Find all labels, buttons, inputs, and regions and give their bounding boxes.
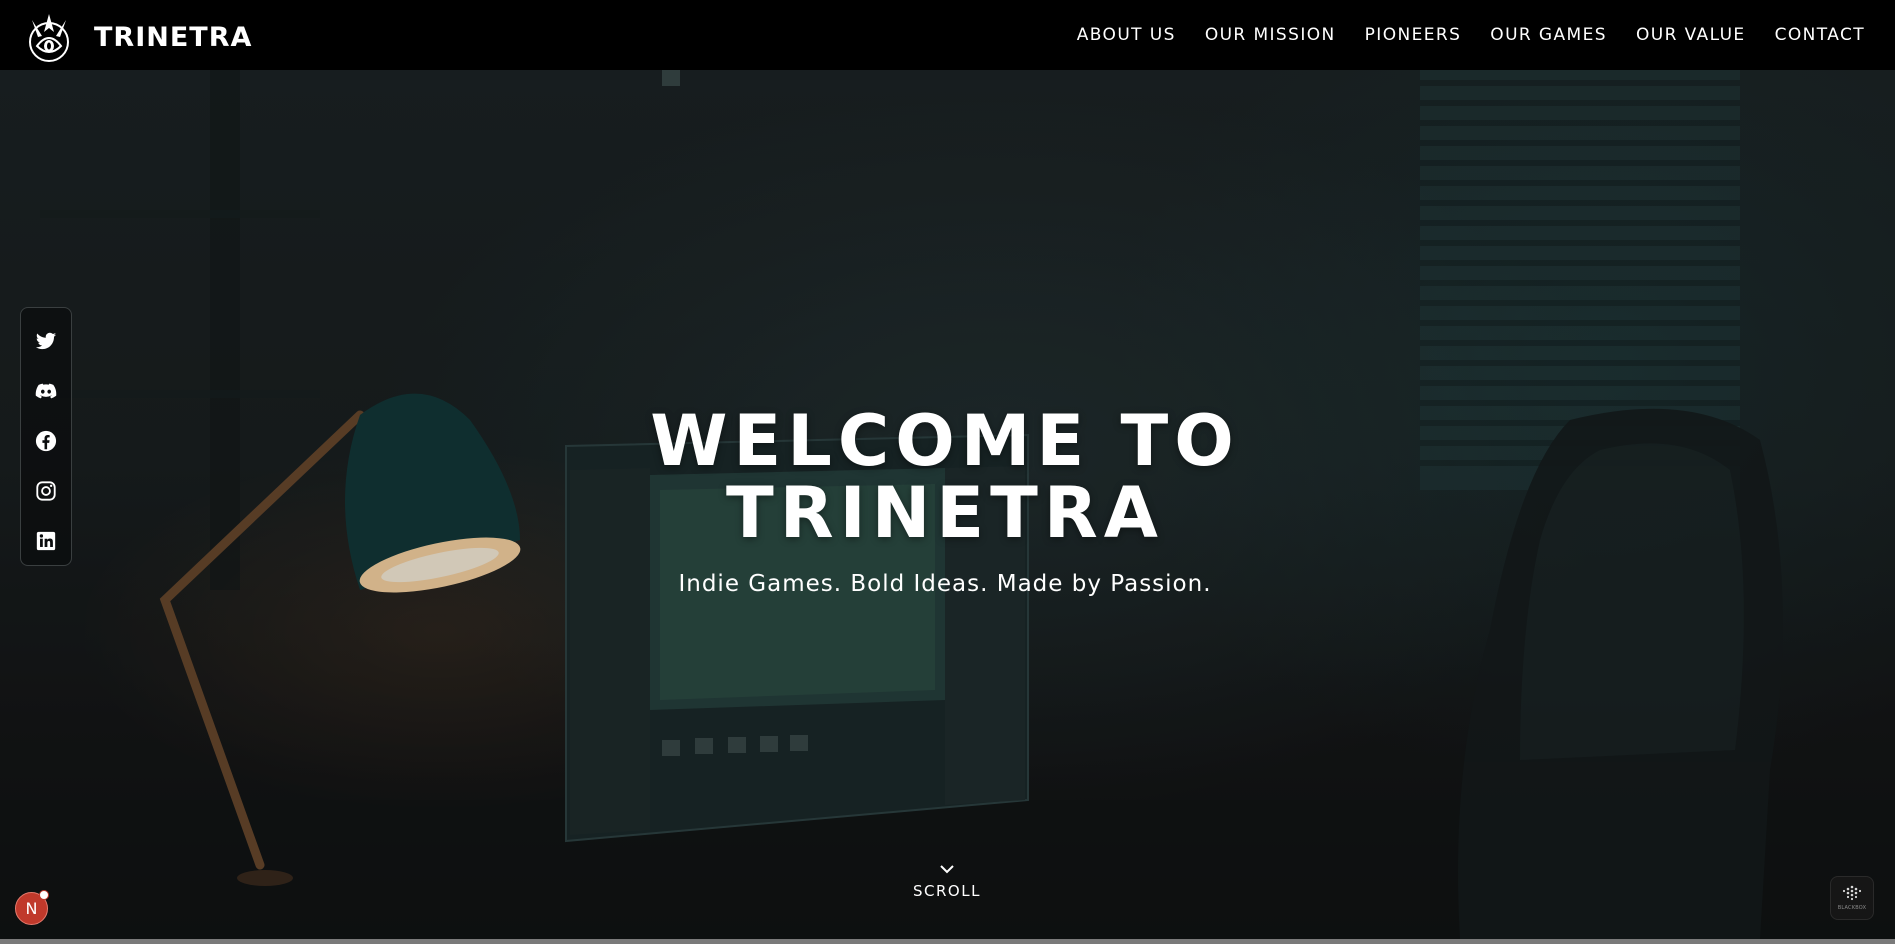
instagram-icon[interactable]	[34, 479, 58, 503]
hero-title-line-2: TRINETRA	[726, 472, 1164, 554]
nav-contact[interactable]: CONTACT	[1775, 25, 1865, 45]
bottom-border	[0, 939, 1895, 944]
brand[interactable]: TRINETRA	[24, 10, 252, 64]
nav-pioneers[interactable]: PIONEERS	[1365, 25, 1462, 45]
brand-name[interactable]: TRINETRA	[94, 22, 252, 53]
main-nav: ABOUT US OUR MISSION PIONEERS OUR GAMES …	[1048, 0, 1865, 70]
scroll-indicator[interactable]: SCROLL	[897, 864, 997, 900]
hero-title-line-1: WELCOME TO	[650, 400, 1240, 482]
blackbox-icon	[1842, 885, 1862, 901]
chevron-down-icon[interactable]	[939, 864, 955, 874]
nav-our-mission[interactable]: OUR MISSION	[1205, 25, 1336, 45]
page: TRINETRA ABOUT US OUR MISSION PIONEERS O…	[0, 0, 1895, 944]
linkedin-icon[interactable]	[34, 529, 58, 553]
blackbox-label: BLACKBOX	[1837, 905, 1867, 911]
nav-our-value[interactable]: OUR VALUE	[1636, 25, 1746, 45]
twitter-icon[interactable]	[34, 329, 58, 353]
hero-subtitle: Indie Games. Bold Ideas. Made by Passion…	[678, 571, 1212, 597]
discord-icon[interactable]	[34, 379, 58, 403]
top-navbar: TRINETRA ABOUT US OUR MISSION PIONEERS O…	[0, 0, 1895, 70]
blackbox-assistant-button[interactable]: BLACKBOX	[1830, 876, 1874, 920]
hero-title: WELCOME TO TRINETRA	[545, 405, 1345, 549]
trinetra-logo-icon[interactable]	[24, 10, 74, 64]
scroll-label[interactable]: SCROLL	[897, 882, 997, 900]
nav-about-us[interactable]: ABOUT US	[1077, 25, 1176, 45]
notification-dot	[39, 890, 49, 900]
social-sidebar	[20, 307, 72, 566]
notification-avatar-letter: N	[25, 899, 38, 918]
facebook-icon[interactable]	[34, 429, 58, 453]
nav-our-games[interactable]: OUR GAMES	[1490, 25, 1607, 45]
